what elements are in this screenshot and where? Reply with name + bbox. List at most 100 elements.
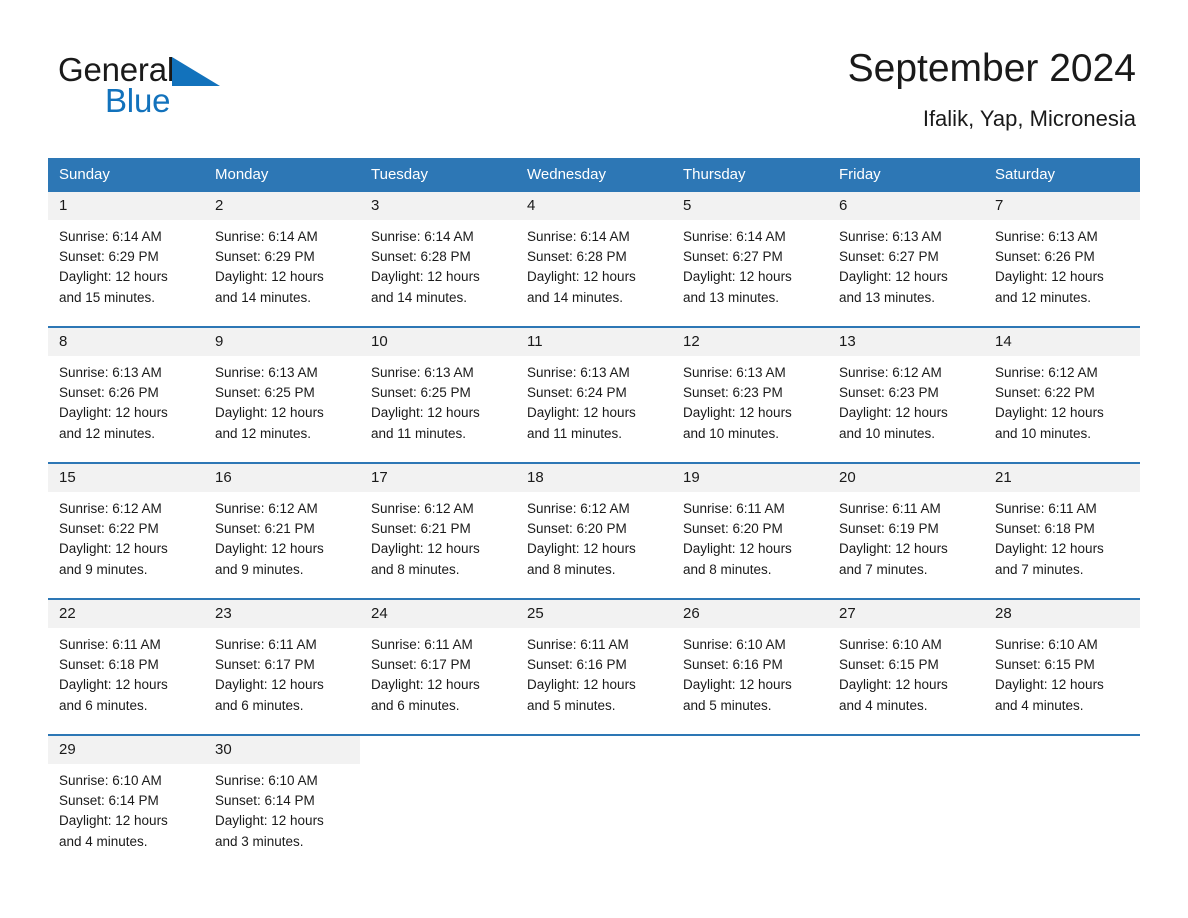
day-cell-empty xyxy=(828,734,984,853)
day-cell[interactable]: 21 Sunrise: 6:11 AM Sunset: 6:18 PM Dayl… xyxy=(984,462,1140,581)
daylight-text-line2: and 6 minutes. xyxy=(215,697,304,713)
day-cell[interactable]: 5 Sunrise: 6:14 AM Sunset: 6:27 PM Dayli… xyxy=(672,190,828,309)
daylight-text-line1: Daylight: 12 hours xyxy=(527,677,636,693)
day-cell[interactable]: 23 Sunrise: 6:11 AM Sunset: 6:17 PM Dayl… xyxy=(204,598,360,717)
daylight-text-line2: and 9 minutes. xyxy=(59,561,148,577)
sunrise-text: Sunrise: 6:10 AM xyxy=(995,637,1098,652)
day-number: 30 xyxy=(204,736,360,764)
daylight-text-line2: and 4 minutes. xyxy=(995,697,1084,713)
daylight-text-line2: and 10 minutes. xyxy=(995,425,1092,441)
day-cell[interactable]: 16 Sunrise: 6:12 AM Sunset: 6:21 PM Dayl… xyxy=(204,462,360,581)
day-details: Sunrise: 6:12 AM Sunset: 6:23 PM Dayligh… xyxy=(828,356,984,444)
day-cell[interactable]: 15 Sunrise: 6:12 AM Sunset: 6:22 PM Dayl… xyxy=(48,462,204,581)
sunset-text: Sunset: 6:23 PM xyxy=(839,385,939,401)
week-spacer xyxy=(48,717,1140,735)
daylight-text-line2: and 14 minutes. xyxy=(371,289,468,305)
day-details: Sunrise: 6:14 AM Sunset: 6:28 PM Dayligh… xyxy=(360,220,516,308)
daylight-text-line1: Daylight: 12 hours xyxy=(995,269,1104,285)
sunrise-text: Sunrise: 6:11 AM xyxy=(371,637,473,652)
daylight-text-line1: Daylight: 12 hours xyxy=(527,269,636,285)
sunrise-text: Sunrise: 6:13 AM xyxy=(995,229,1098,244)
day-number: 20 xyxy=(828,464,984,492)
day-number: 13 xyxy=(828,328,984,356)
day-details: Sunrise: 6:10 AM Sunset: 6:16 PM Dayligh… xyxy=(672,628,828,716)
day-details: Sunrise: 6:13 AM Sunset: 6:25 PM Dayligh… xyxy=(204,356,360,444)
daylight-text-line1: Daylight: 12 hours xyxy=(215,541,324,557)
day-number: 1 xyxy=(48,192,204,220)
day-cell[interactable]: 26 Sunrise: 6:10 AM Sunset: 6:16 PM Dayl… xyxy=(672,598,828,717)
daylight-text-line1: Daylight: 12 hours xyxy=(215,813,324,829)
day-cell[interactable]: 12 Sunrise: 6:13 AM Sunset: 6:23 PM Dayl… xyxy=(672,326,828,445)
day-cell[interactable]: 17 Sunrise: 6:12 AM Sunset: 6:21 PM Dayl… xyxy=(360,462,516,581)
daylight-text-line2: and 6 minutes. xyxy=(371,697,460,713)
day-cell[interactable]: 29 Sunrise: 6:10 AM Sunset: 6:14 PM Dayl… xyxy=(48,734,204,853)
daylight-text-line1: Daylight: 12 hours xyxy=(371,405,480,421)
day-cell[interactable]: 13 Sunrise: 6:12 AM Sunset: 6:23 PM Dayl… xyxy=(828,326,984,445)
sunset-text: Sunset: 6:20 PM xyxy=(527,521,627,537)
day-number: 3 xyxy=(360,192,516,220)
sunset-text: Sunset: 6:15 PM xyxy=(839,657,939,673)
sunset-text: Sunset: 6:27 PM xyxy=(683,249,783,265)
day-details: Sunrise: 6:10 AM Sunset: 6:14 PM Dayligh… xyxy=(204,764,360,852)
daylight-text-line1: Daylight: 12 hours xyxy=(527,405,636,421)
week-spacer xyxy=(48,445,1140,463)
logo-text-general: General xyxy=(58,51,175,88)
daylight-text-line2: and 10 minutes. xyxy=(683,425,780,441)
day-details: Sunrise: 6:12 AM Sunset: 6:22 PM Dayligh… xyxy=(984,356,1140,444)
daylight-text-line1: Daylight: 12 hours xyxy=(59,541,168,557)
sunrise-text: Sunrise: 6:12 AM xyxy=(59,501,162,516)
daylight-text-line1: Daylight: 12 hours xyxy=(215,677,324,693)
sunset-text: Sunset: 6:25 PM xyxy=(215,385,315,401)
day-cell[interactable]: 25 Sunrise: 6:11 AM Sunset: 6:16 PM Dayl… xyxy=(516,598,672,717)
sunrise-text: Sunrise: 6:14 AM xyxy=(59,229,162,244)
day-details: Sunrise: 6:11 AM Sunset: 6:18 PM Dayligh… xyxy=(48,628,204,716)
daylight-text-line1: Daylight: 12 hours xyxy=(371,677,480,693)
sunrise-text: Sunrise: 6:12 AM xyxy=(527,501,630,516)
day-cell[interactable]: 8 Sunrise: 6:13 AM Sunset: 6:26 PM Dayli… xyxy=(48,326,204,445)
daylight-text-line2: and 12 minutes. xyxy=(59,425,156,441)
day-cell[interactable]: 1 Sunrise: 6:14 AM Sunset: 6:29 PM Dayli… xyxy=(48,190,204,309)
day-cell[interactable]: 10 Sunrise: 6:13 AM Sunset: 6:25 PM Dayl… xyxy=(360,326,516,445)
day-cell[interactable]: 18 Sunrise: 6:12 AM Sunset: 6:20 PM Dayl… xyxy=(516,462,672,581)
day-number: 6 xyxy=(828,192,984,220)
sunset-text: Sunset: 6:27 PM xyxy=(839,249,939,265)
day-cell[interactable]: 20 Sunrise: 6:11 AM Sunset: 6:19 PM Dayl… xyxy=(828,462,984,581)
day-cell[interactable]: 30 Sunrise: 6:10 AM Sunset: 6:14 PM Dayl… xyxy=(204,734,360,853)
day-cell[interactable]: 4 Sunrise: 6:14 AM Sunset: 6:28 PM Dayli… xyxy=(516,190,672,309)
day-cell[interactable]: 11 Sunrise: 6:13 AM Sunset: 6:24 PM Dayl… xyxy=(516,326,672,445)
day-number: 26 xyxy=(672,600,828,628)
day-cell[interactable]: 2 Sunrise: 6:14 AM Sunset: 6:29 PM Dayli… xyxy=(204,190,360,309)
day-cell[interactable]: 7 Sunrise: 6:13 AM Sunset: 6:26 PM Dayli… xyxy=(984,190,1140,309)
day-cell[interactable]: 3 Sunrise: 6:14 AM Sunset: 6:28 PM Dayli… xyxy=(360,190,516,309)
daylight-text-line2: and 8 minutes. xyxy=(683,561,772,577)
day-cell[interactable]: 24 Sunrise: 6:11 AM Sunset: 6:17 PM Dayl… xyxy=(360,598,516,717)
daylight-text-line2: and 14 minutes. xyxy=(527,289,624,305)
day-details: Sunrise: 6:11 AM Sunset: 6:17 PM Dayligh… xyxy=(204,628,360,716)
daylight-text-line1: Daylight: 12 hours xyxy=(683,677,792,693)
sunrise-text: Sunrise: 6:13 AM xyxy=(371,365,474,380)
sunrise-text: Sunrise: 6:10 AM xyxy=(839,637,942,652)
day-details: Sunrise: 6:13 AM Sunset: 6:24 PM Dayligh… xyxy=(516,356,672,444)
day-cell[interactable]: 19 Sunrise: 6:11 AM Sunset: 6:20 PM Dayl… xyxy=(672,462,828,581)
daylight-text-line2: and 14 minutes. xyxy=(215,289,312,305)
day-details: Sunrise: 6:14 AM Sunset: 6:29 PM Dayligh… xyxy=(204,220,360,308)
day-cell[interactable]: 28 Sunrise: 6:10 AM Sunset: 6:15 PM Dayl… xyxy=(984,598,1140,717)
daylight-text-line1: Daylight: 12 hours xyxy=(683,269,792,285)
day-details: Sunrise: 6:11 AM Sunset: 6:16 PM Dayligh… xyxy=(516,628,672,716)
day-cell[interactable]: 9 Sunrise: 6:13 AM Sunset: 6:25 PM Dayli… xyxy=(204,326,360,445)
day-cell[interactable]: 27 Sunrise: 6:10 AM Sunset: 6:15 PM Dayl… xyxy=(828,598,984,717)
sunset-text: Sunset: 6:24 PM xyxy=(527,385,627,401)
sunrise-text: Sunrise: 6:11 AM xyxy=(683,501,785,516)
week-row: 29 Sunrise: 6:10 AM Sunset: 6:14 PM Dayl… xyxy=(48,734,1140,853)
day-details: Sunrise: 6:14 AM Sunset: 6:27 PM Dayligh… xyxy=(672,220,828,308)
day-number xyxy=(360,736,516,764)
sunset-text: Sunset: 6:29 PM xyxy=(215,249,315,265)
sunrise-text: Sunrise: 6:10 AM xyxy=(59,773,162,788)
weekday-header-tuesday: Tuesday xyxy=(360,158,516,191)
sunrise-text: Sunrise: 6:13 AM xyxy=(839,229,942,244)
day-cell[interactable]: 22 Sunrise: 6:11 AM Sunset: 6:18 PM Dayl… xyxy=(48,598,204,717)
daylight-text-line2: and 3 minutes. xyxy=(215,833,304,849)
sunrise-text: Sunrise: 6:13 AM xyxy=(683,365,786,380)
day-cell[interactable]: 6 Sunrise: 6:13 AM Sunset: 6:27 PM Dayli… xyxy=(828,190,984,309)
day-cell[interactable]: 14 Sunrise: 6:12 AM Sunset: 6:22 PM Dayl… xyxy=(984,326,1140,445)
